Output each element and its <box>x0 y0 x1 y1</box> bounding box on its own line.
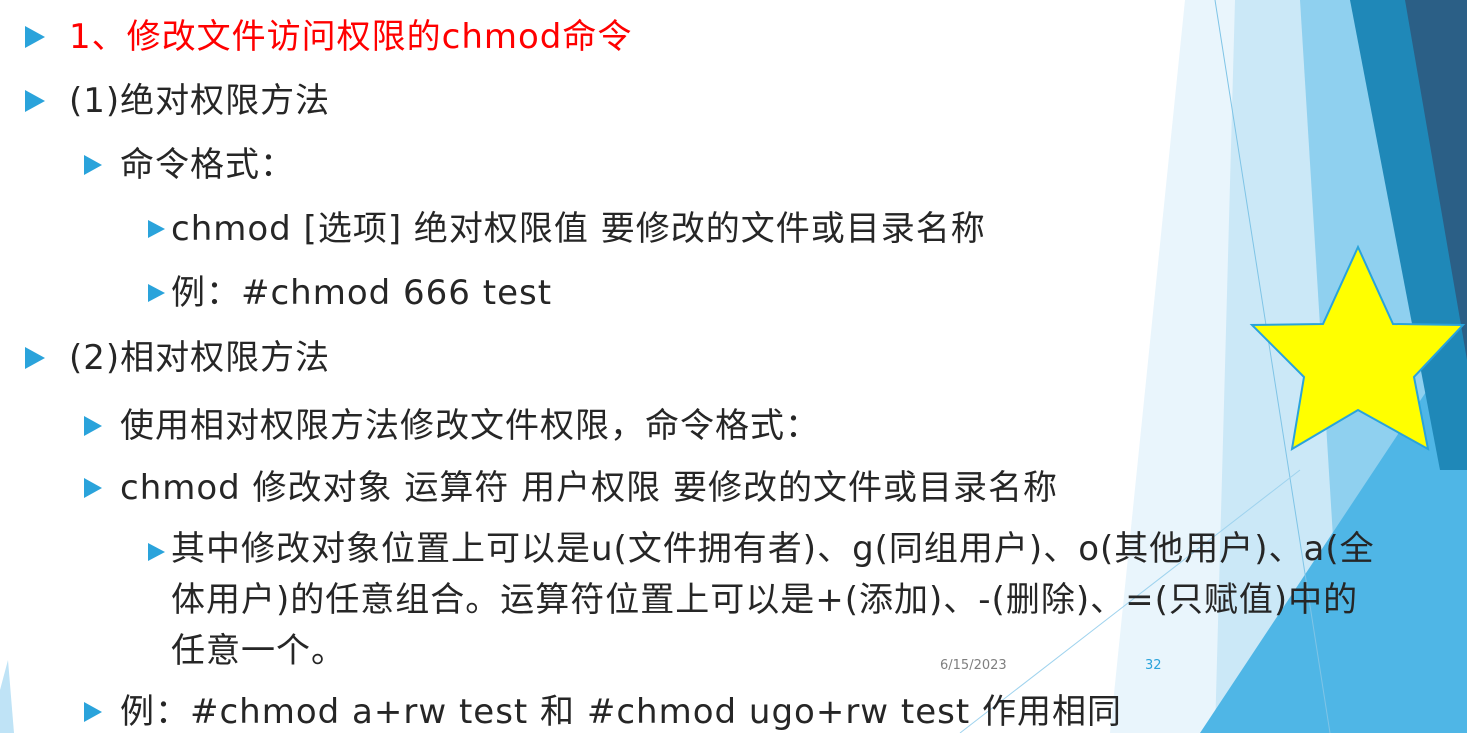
bullet-line-1: (1)绝对权限方法 <box>25 84 330 118</box>
bullet-icon <box>148 284 165 302</box>
bullet-paragraph: 其中修改对象位置上可以是u(文件拥有者)、g(同组用户)、o(其他用户)、a(全… <box>148 529 1378 677</box>
line-text: 例：#chmod 666 test <box>171 273 553 313</box>
bullet-line-5: (2)相对权限方法 <box>25 341 330 375</box>
line-text: 命令格式： <box>120 145 295 185</box>
footer-date: 6/15/2023 <box>940 658 1007 673</box>
footer-page-number: 32 <box>1145 658 1162 673</box>
bullet-icon <box>84 155 102 175</box>
bullet-icon <box>25 347 45 369</box>
line-text: (1)绝对权限方法 <box>69 81 331 121</box>
bullet-line-7: chmod 修改对象 运算符 用户权限 要修改的文件或目录名称 <box>84 471 1058 505</box>
line-text: 使用相对权限方法修改文件权限，命令格式： <box>120 406 820 446</box>
decor-left-sliver <box>0 660 14 733</box>
bullet-line-3: chmod [选项] 绝对权限值 要修改的文件或目录名称 <box>148 212 986 246</box>
line-text: (2)相对权限方法 <box>69 338 331 378</box>
bullet-icon <box>84 702 102 722</box>
bullet-line-4: 例：#chmod 666 test <box>148 276 552 310</box>
bullet-icon <box>84 478 102 498</box>
line-text: chmod 修改对象 运算符 用户权限 要修改的文件或目录名称 <box>120 468 1058 508</box>
bullet-line-6: 使用相对权限方法修改文件权限，命令格式： <box>84 409 820 443</box>
bullet-icon <box>25 26 45 48</box>
bullet-icon <box>148 220 165 238</box>
bullet-icon <box>25 90 45 112</box>
slide-title-line: 1、修改文件访问权限的chmod命令 <box>25 20 632 54</box>
bullet-icon <box>84 416 102 436</box>
paragraph-text: 其中修改对象位置上可以是u(文件拥有者)、g(同组用户)、o(其他用户)、a(全… <box>171 529 1375 671</box>
slide-title: 1、修改文件访问权限的chmod命令 <box>69 17 633 57</box>
line-text: 例：#chmod a+rw test 和 #chmod ugo+rw test … <box>120 692 1123 732</box>
bullet-icon <box>148 543 165 561</box>
line-text: chmod [选项] 绝对权限值 要修改的文件或目录名称 <box>171 209 986 249</box>
bullet-line-2: 命令格式： <box>84 148 295 182</box>
bullet-line-9: 例：#chmod a+rw test 和 #chmod ugo+rw test … <box>84 695 1122 729</box>
